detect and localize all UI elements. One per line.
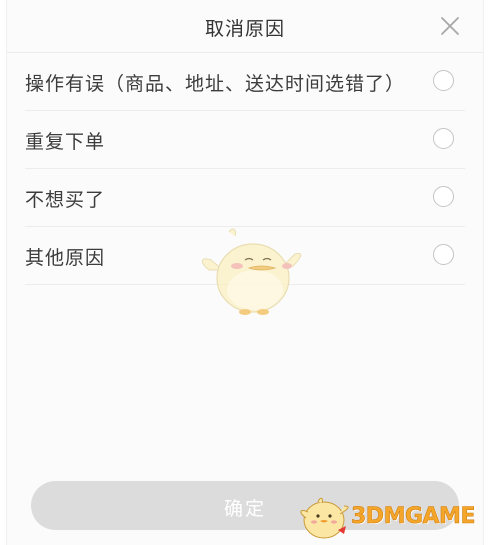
close-icon[interactable]	[439, 15, 461, 37]
radio-button[interactable]	[433, 244, 454, 265]
reason-label: 操作有误（商品、地址、送达时间选错了）	[25, 73, 406, 95]
reason-label: 其他原因	[25, 247, 106, 269]
reason-option-duplicate-order[interactable]: 重复下单	[25, 111, 465, 169]
reason-label: 不想买了	[25, 189, 106, 211]
watermark-text: 3DMGAME	[351, 504, 476, 530]
reason-option-wrong-operation[interactable]: 操作有误（商品、地址、送达时间选错了）	[25, 53, 465, 111]
dialog-title: 取消原因	[204, 18, 285, 40]
reason-option-no-longer-want[interactable]: 不想买了	[25, 169, 465, 227]
watermark-chick-icon	[300, 497, 349, 539]
dialog-header: 取消原因	[7, 0, 483, 53]
radio-button[interactable]	[433, 186, 454, 207]
cancel-reason-dialog: 取消原因 操作有误（商品、地址、送达时间选错了） 重复下单 不想买了 其他原因	[6, 0, 484, 545]
reason-label: 重复下单	[25, 131, 106, 153]
radio-button[interactable]	[433, 70, 454, 91]
mascot-chick-image	[199, 226, 303, 318]
radio-button[interactable]	[433, 128, 454, 149]
watermark-logo: 3DMGAME	[296, 490, 486, 542]
